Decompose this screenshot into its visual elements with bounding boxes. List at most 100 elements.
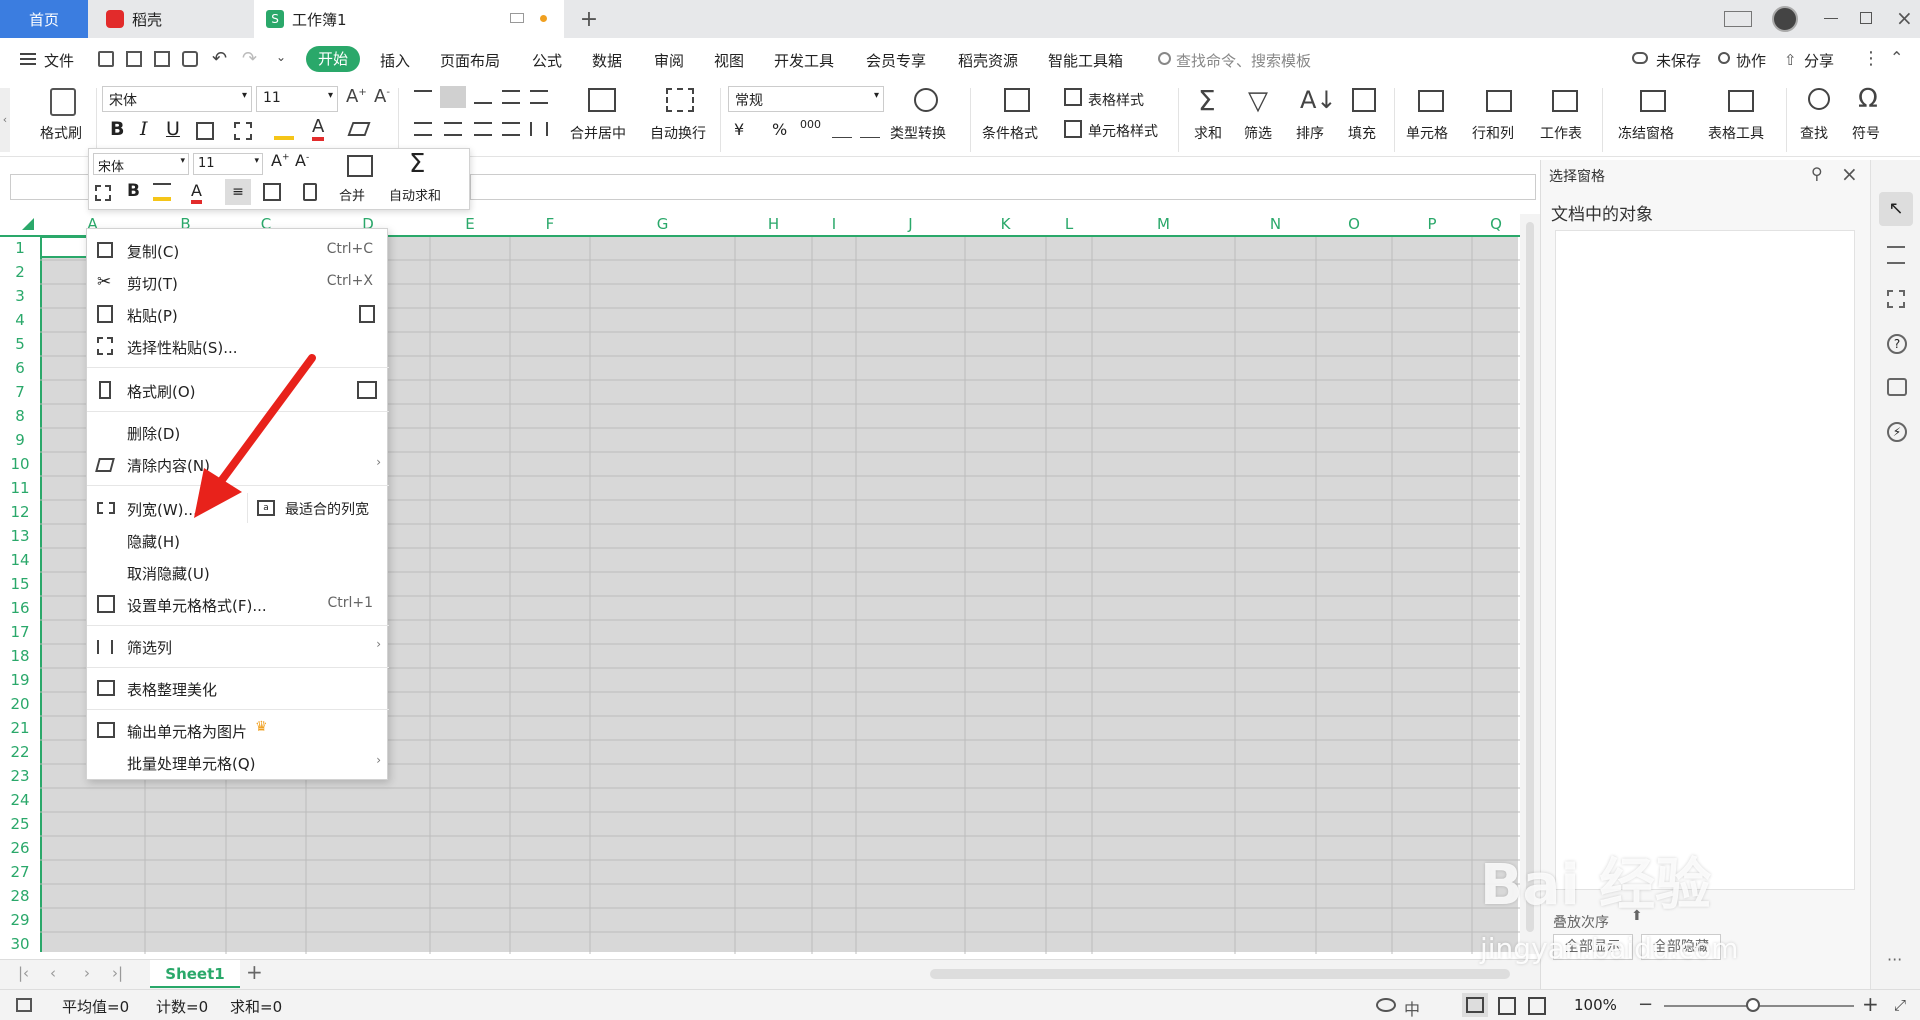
row-header-26[interactable]: 26: [0, 836, 40, 860]
status-mode-icon[interactable]: [16, 998, 32, 1012]
avatar[interactable]: [1772, 6, 1798, 32]
column-header-e[interactable]: E: [430, 214, 510, 234]
cell-style-icon[interactable]: [1064, 120, 1082, 138]
column-header-g[interactable]: G: [590, 214, 735, 234]
paste-options-icon[interactable]: [359, 305, 375, 323]
menu-file[interactable]: 文件: [44, 50, 74, 71]
sum-label[interactable]: 求和: [1194, 123, 1222, 143]
redo-icon[interactable]: ↷: [242, 48, 257, 69]
find-icon[interactable]: [1808, 88, 1830, 110]
menu-item-cell-format[interactable]: 设置单元格格式(F)... Ctrl+1: [87, 589, 389, 619]
fullscreen-icon[interactable]: ⤢: [1894, 996, 1906, 1014]
zoom-level[interactable]: 100%: [1574, 996, 1617, 1014]
wrap-text-icon[interactable]: [666, 88, 694, 112]
align-left-icon[interactable]: [414, 122, 432, 136]
font-family-select[interactable]: 宋体 ▾: [102, 86, 252, 112]
menu-item-cut[interactable]: ✂ 剪切(T) Ctrl+X: [87, 267, 389, 297]
align-right-icon[interactable]: [474, 122, 492, 136]
collapse-ribbon-icon[interactable]: ⌃: [1890, 48, 1903, 67]
menu-item-batch[interactable]: 批量处理单元格(Q) ›: [87, 747, 389, 777]
find-label[interactable]: 查找: [1800, 123, 1828, 143]
cell-label[interactable]: 单元格: [1406, 123, 1448, 143]
close-window-icon[interactable]: ×: [1896, 6, 1913, 30]
align-middle-icon[interactable]: [440, 86, 466, 108]
menu-insert[interactable]: 插入: [380, 50, 410, 71]
row-header-18[interactable]: 18: [0, 644, 40, 668]
menu-item-filter-column[interactable]: 筛选列 ›: [87, 631, 389, 661]
row-col-icon[interactable]: [1486, 90, 1512, 112]
row-header-17[interactable]: 17: [0, 620, 40, 644]
save-icon[interactable]: [98, 51, 114, 67]
transform-icon[interactable]: [1887, 290, 1905, 308]
next-sheet-icon[interactable]: ›: [84, 964, 90, 982]
mini-font-select[interactable]: 宋体 ▾: [93, 153, 189, 175]
align-top-icon[interactable]: [414, 90, 432, 104]
wrap-text-label[interactable]: 自动换行: [650, 123, 706, 143]
freeze-panes-icon[interactable]: [1640, 90, 1666, 112]
menu-item-copy[interactable]: 复制(C) Ctrl+C: [87, 235, 389, 265]
unsaved-status[interactable]: 未保存: [1656, 50, 1701, 71]
row-header-10[interactable]: 10: [0, 452, 40, 476]
mini-bold-icon[interactable]: B: [127, 181, 140, 201]
column-header-i[interactable]: I: [812, 214, 856, 234]
menu-item-export-image[interactable]: 输出单元格为图片 ♛: [87, 715, 389, 745]
normal-view-icon[interactable]: [1462, 993, 1488, 1017]
page-break-view-icon[interactable]: [1528, 997, 1546, 1015]
conditional-format-icon[interactable]: [1004, 88, 1030, 112]
zoom-in-icon[interactable]: +: [1862, 992, 1879, 1016]
freeze-panes-label[interactable]: 冻结窗格: [1618, 123, 1674, 143]
command-search[interactable]: 查找命令、搜索模板: [1176, 50, 1311, 71]
column-header-n[interactable]: N: [1235, 214, 1316, 234]
row-header-23[interactable]: 23: [0, 764, 40, 788]
layout-icon[interactable]: [1724, 11, 1752, 27]
mini-size-select[interactable]: 11 ▾: [193, 153, 263, 175]
cell-icon[interactable]: [1418, 90, 1444, 112]
row-header-1[interactable]: 1: [0, 236, 40, 260]
more-icon[interactable]: ⋮: [1862, 48, 1880, 69]
worksheet-icon[interactable]: [1552, 90, 1578, 112]
row-header-12[interactable]: 12: [0, 500, 40, 524]
column-header-h[interactable]: H: [735, 214, 812, 234]
row-header-25[interactable]: 25: [0, 812, 40, 836]
row-header-20[interactable]: 20: [0, 692, 40, 716]
hamburger-icon[interactable]: [20, 53, 36, 65]
select-cursor-icon[interactable]: ↖: [1879, 192, 1913, 226]
row-header-5[interactable]: 5: [0, 332, 40, 356]
formula-input[interactable]: [470, 174, 1536, 200]
menu-member[interactable]: 会员专享: [866, 50, 926, 71]
merge-center-icon[interactable]: [588, 88, 616, 112]
mini-brush-icon[interactable]: [303, 183, 317, 201]
decimal-decrease-icon[interactable]: [860, 118, 880, 138]
thousands-icon[interactable]: 000: [800, 118, 821, 131]
format-brush-icon[interactable]: [50, 88, 76, 116]
align-bottom-icon[interactable]: [474, 90, 492, 104]
menu-view[interactable]: 视图: [714, 50, 744, 71]
decimal-increase-icon[interactable]: [832, 118, 852, 138]
bold-icon[interactable]: B: [110, 118, 124, 140]
increase-font-icon[interactable]: A+: [346, 86, 367, 107]
symbol-label[interactable]: 符号: [1852, 123, 1880, 143]
menu-start[interactable]: 开始: [306, 46, 360, 72]
mini-autosum-label[interactable]: 自动求和: [389, 185, 441, 204]
column-header-o[interactable]: O: [1316, 214, 1392, 234]
font-size-select[interactable]: 11 ▾: [256, 86, 338, 112]
more-quick-icon[interactable]: ⌄: [276, 50, 286, 64]
first-sheet-icon[interactable]: |‹: [18, 964, 29, 982]
sidebar-more-icon[interactable]: ···: [1887, 950, 1902, 969]
add-sheet-button[interactable]: +: [246, 960, 263, 984]
row-header-4[interactable]: 4: [0, 308, 40, 332]
sort-label[interactable]: 排序: [1296, 123, 1324, 143]
distributed-icon[interactable]: [530, 122, 548, 136]
share-button[interactable]: 分享: [1804, 50, 1834, 71]
menu-formula[interactable]: 公式: [532, 50, 562, 71]
table-tools-label[interactable]: 表格工具: [1708, 123, 1764, 143]
mini-strikethrough-icon[interactable]: ≡: [225, 179, 251, 205]
conditional-format-label[interactable]: 条件格式: [982, 123, 1038, 143]
print-icon[interactable]: [154, 51, 170, 67]
fill-color-icon[interactable]: [274, 120, 294, 140]
mini-grow-font-icon[interactable]: A+: [271, 151, 290, 170]
column-header-p[interactable]: P: [1392, 214, 1472, 234]
fill-label[interactable]: 填充: [1348, 123, 1376, 143]
table-style-icon[interactable]: [1064, 88, 1082, 106]
undo-icon[interactable]: ↶: [212, 48, 227, 69]
